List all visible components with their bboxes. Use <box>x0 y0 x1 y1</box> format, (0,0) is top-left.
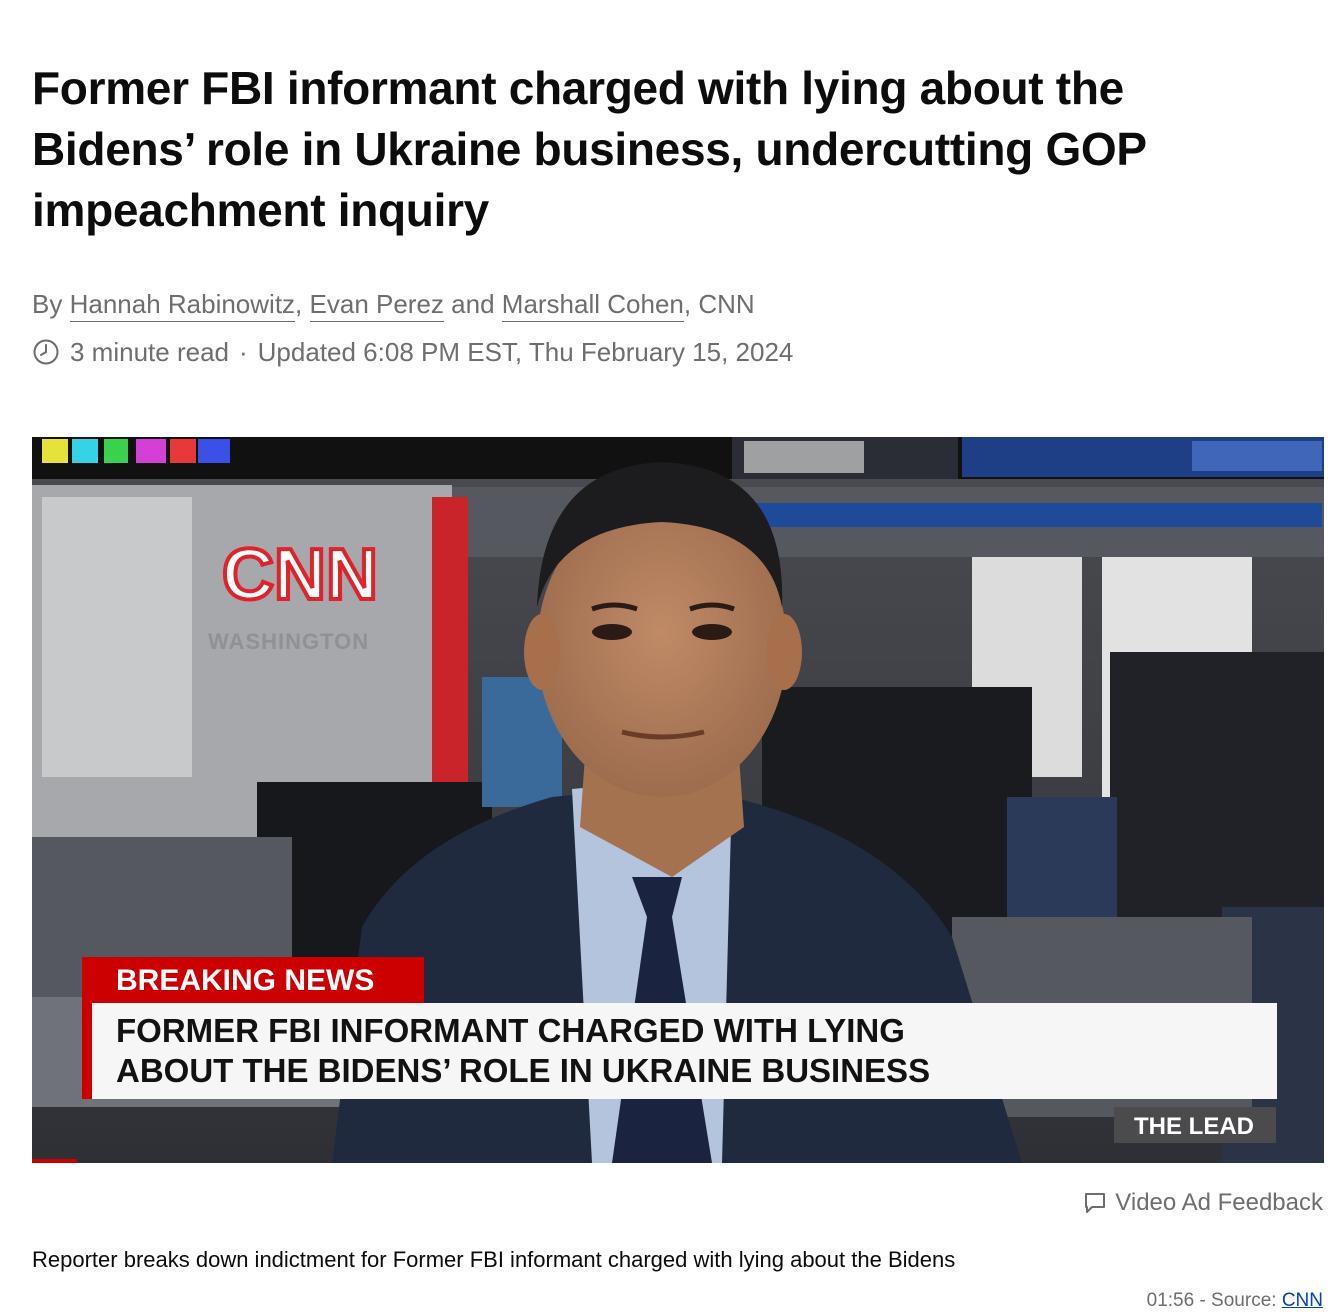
lower-third-line1: FORMER FBI INFORMANT CHARGED WITH LYING <box>116 1012 905 1049</box>
read-time: 3 minute read <box>70 337 229 367</box>
meta-separator: · <box>238 337 248 367</box>
article-headline: Former FBI informant charged with lying … <box>32 62 1146 236</box>
author-link-rabinowitz[interactable]: Hannah Rabinowitz <box>69 289 296 322</box>
byline-outlet: , CNN <box>683 289 755 319</box>
lower-third-line2: ABOUT THE BIDENS’ ROLE IN UKRAINE BUSINE… <box>116 1052 930 1089</box>
video-player[interactable]: CNN WASHINGTON BREAKING NEWS FORMER FBI … <box>32 437 1324 1163</box>
article-meta: 3 minute read · Updated 6:08 PM EST, Thu… <box>32 334 793 370</box>
source-prefix: - Source: <box>1194 1290 1282 1311</box>
feedback-label: Video Ad Feedback <box>1115 1189 1323 1216</box>
video-frame: CNN WASHINGTON BREAKING NEWS FORMER FBI … <box>32 437 1324 1163</box>
breaking-news-label: BREAKING NEWS <box>116 964 374 997</box>
source-link[interactable]: CNN <box>1282 1290 1323 1311</box>
author-link-cohen[interactable]: Marshall Cohen <box>501 289 684 322</box>
updated-timestamp: Updated 6:08 PM EST, Thu February 15, 20… <box>257 337 794 367</box>
video-source: 01:56 - Source: CNN <box>1147 1290 1323 1312</box>
clock-icon <box>32 338 60 366</box>
author-link-perez[interactable]: Evan Perez <box>309 289 444 322</box>
byline: By Hannah Rabinowitz, Evan Perez and Mar… <box>32 286 755 322</box>
video-duration: 01:56 <box>1146 1290 1195 1311</box>
wall-logo: CNN <box>222 535 378 615</box>
byline-and: and <box>451 289 495 319</box>
video-ad-feedback[interactable]: Video Ad Feedback <box>1083 1189 1323 1217</box>
feedback-icon <box>1085 1193 1106 1213</box>
video-progress-bar[interactable] <box>32 1159 77 1163</box>
byline-comma: , <box>295 289 303 319</box>
show-bug-label: THE LEAD <box>1134 1113 1254 1140</box>
byline-prefix: By <box>32 289 63 319</box>
video-caption: Reporter breaks down indictment for Form… <box>32 1247 956 1272</box>
wall-logo-sub: WASHINGTON <box>208 629 369 654</box>
